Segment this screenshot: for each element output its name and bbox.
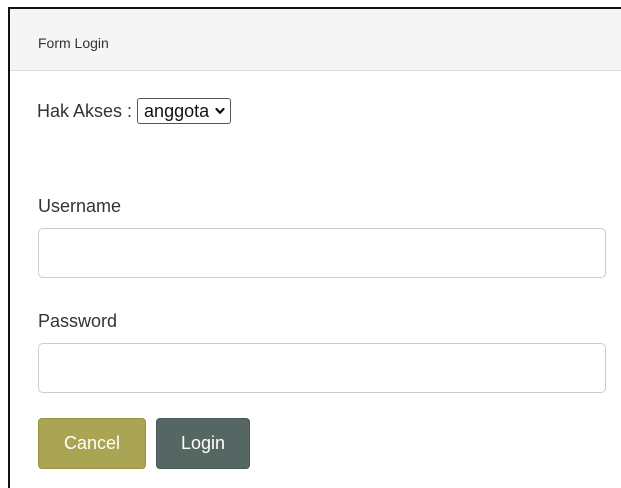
access-level-select[interactable]: anggota bbox=[137, 98, 232, 124]
access-level-selected-value: anggota bbox=[144, 100, 210, 121]
username-field[interactable] bbox=[38, 228, 606, 278]
access-level-label: Hak Akses : bbox=[37, 100, 133, 121]
password-label: Password bbox=[38, 311, 118, 331]
password-field[interactable] bbox=[38, 343, 606, 393]
cancel-button[interactable]: Cancel bbox=[38, 418, 146, 469]
chevron-down-icon bbox=[215, 107, 225, 114]
login-button[interactable]: Login bbox=[156, 418, 250, 469]
login-panel: Form Login Hak Akses : anggota Username … bbox=[8, 7, 621, 488]
panel-heading: Form Login bbox=[10, 9, 621, 71]
username-label: Username bbox=[38, 196, 122, 216]
access-level-row: Hak Akses : anggota bbox=[37, 98, 232, 124]
form-title: Form Login bbox=[38, 35, 109, 51]
